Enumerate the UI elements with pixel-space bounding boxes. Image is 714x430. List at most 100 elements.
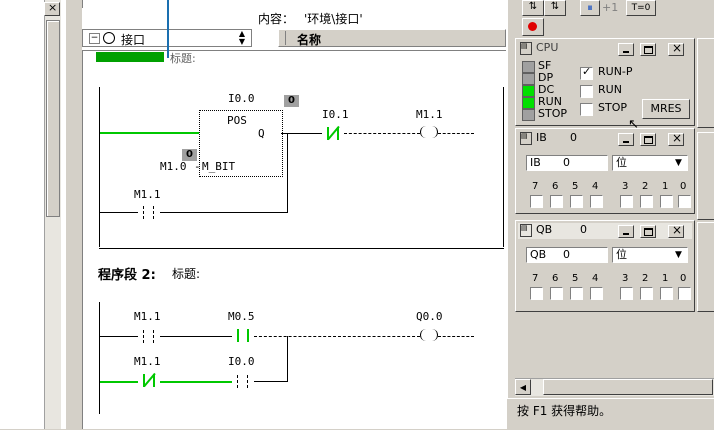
- insert-output-icon[interactable]: ⇅: [544, 0, 566, 16]
- network1-title: 标题:: [170, 52, 196, 65]
- qb-bit0-checkbox[interactable]: [678, 287, 691, 300]
- ib-address-input[interactable]: IB 0: [526, 155, 608, 171]
- seal-wire-left: [100, 212, 138, 213]
- tree-close-button[interactable]: ×: [44, 1, 60, 16]
- rung2-c2-address[interactable]: M0.5: [228, 310, 255, 323]
- mode-run-label: RUN: [598, 83, 622, 96]
- rung2-contact-m05[interactable]: [232, 329, 254, 343]
- rung2-wire-2: [160, 336, 232, 337]
- ib-bit4-label: 4: [592, 181, 599, 192]
- rung1-energized-line: [100, 132, 199, 134]
- maximize-icon[interactable]: [640, 133, 656, 146]
- seal-contact-m11[interactable]: [138, 206, 160, 220]
- led-run: [522, 97, 535, 109]
- rung2-coil-address[interactable]: Q0.0: [416, 310, 443, 323]
- ib-format-select[interactable]: 位 ▼: [612, 155, 688, 171]
- pos-address[interactable]: I0.0: [228, 92, 255, 105]
- minimize-icon[interactable]: [618, 43, 634, 56]
- mode-stop-label: STOP: [598, 101, 627, 114]
- coil-m11-address[interactable]: M1.1: [416, 108, 443, 121]
- qb-address-input[interactable]: QB 0: [526, 247, 608, 263]
- cpu-titlebar[interactable]: ▤ CPU ×: [518, 41, 692, 57]
- close-icon[interactable]: ×: [668, 131, 684, 146]
- ib-bit1-checkbox[interactable]: [660, 195, 673, 208]
- rung1-wire-b: [344, 133, 420, 134]
- ib-bit4-checkbox[interactable]: [590, 195, 603, 208]
- rung2-wire-3: [254, 336, 420, 337]
- cpu-title: CPU: [536, 41, 559, 54]
- mode-stop-checkbox[interactable]: [580, 103, 593, 116]
- spin-arrows-icon[interactable]: ▲ ▼: [235, 30, 249, 46]
- name-column-header[interactable]: 名称: [278, 29, 506, 47]
- rung2-nc-contact-m11[interactable]: [138, 372, 160, 388]
- qb-titlebar[interactable]: ▤ QB 0 ×: [518, 223, 692, 239]
- splitter[interactable]: [66, 0, 83, 429]
- rung2-c1-address[interactable]: M1.1: [134, 310, 161, 323]
- maximize-icon[interactable]: [640, 225, 656, 238]
- partial-panel-3[interactable]: [697, 222, 714, 312]
- coil-m11[interactable]: [420, 126, 438, 140]
- ib-bit7-checkbox[interactable]: [530, 195, 543, 208]
- sim-horizontal-scrollbar[interactable]: ◀: [515, 378, 714, 396]
- ib-bit3-checkbox[interactable]: [620, 195, 633, 208]
- tree-scroll-thumb[interactable]: [46, 20, 60, 217]
- nc-contact-address[interactable]: I0.1: [322, 108, 349, 121]
- pause-icon[interactable]: ⏸: [580, 0, 600, 16]
- qb-bit4-label: 4: [592, 273, 599, 284]
- qb-bit5-checkbox[interactable]: [570, 287, 583, 300]
- close-icon[interactable]: ×: [668, 223, 684, 238]
- qb-format-select[interactable]: 位 ▼: [612, 247, 688, 263]
- minimize-icon[interactable]: [618, 225, 634, 238]
- collapse-icon[interactable]: −: [89, 33, 100, 44]
- nc-contact-i01[interactable]: [322, 125, 344, 141]
- mres-button[interactable]: MRES: [642, 99, 690, 119]
- ib-bit1-label: 1: [662, 181, 669, 192]
- partial-panel-1[interactable]: [697, 38, 714, 128]
- ib-bit6-checkbox[interactable]: [550, 195, 563, 208]
- qb-bit3-checkbox[interactable]: [620, 287, 633, 300]
- ib-title-value: 0: [570, 131, 577, 144]
- rung2-coil-q00[interactable]: [420, 329, 438, 343]
- qb-panel[interactable]: ▤ QB 0 × QB 0 位 ▼ 7 6 5 4 3 2 1 0: [515, 220, 695, 312]
- cpu-panel[interactable]: ▤ CPU × SF DP DC RUN STOP ✓ RUN-P RUN ST…: [515, 38, 695, 132]
- rung2-contact-m11[interactable]: [138, 330, 160, 344]
- chevron-down-icon[interactable]: ▼: [675, 248, 682, 262]
- led-dc: [522, 85, 535, 97]
- timer-reset-button[interactable]: T=0: [626, 0, 656, 16]
- ib-title: IB: [536, 131, 547, 144]
- maximize-icon[interactable]: [640, 43, 656, 56]
- rung2-c3-address[interactable]: M1.1: [134, 355, 161, 368]
- minimize-icon[interactable]: [618, 133, 634, 146]
- rung2-contact-i00[interactable]: [232, 375, 254, 389]
- led-stop-label: STOP: [538, 107, 567, 120]
- qb-bit7-checkbox[interactable]: [530, 287, 543, 300]
- ib-bit2-checkbox[interactable]: [640, 195, 653, 208]
- qb-bit1-checkbox[interactable]: [660, 287, 673, 300]
- breakpoint-icon[interactable]: [522, 18, 544, 36]
- chevron-down-icon[interactable]: ▼: [675, 156, 682, 170]
- mode-run-p-checkbox[interactable]: ✓: [580, 65, 593, 80]
- mode-run-checkbox[interactable]: [580, 85, 593, 98]
- seal-branch-vertical: [287, 133, 288, 213]
- partial-panel-2[interactable]: [697, 132, 714, 220]
- rung2-c4-address[interactable]: I0.0: [228, 355, 255, 368]
- qb-bit3-label: 3: [622, 273, 629, 284]
- qb-bit6-checkbox[interactable]: [550, 287, 563, 300]
- qb-bit2-checkbox[interactable]: [640, 287, 653, 300]
- sim-scroll-thumb[interactable]: [543, 379, 713, 395]
- scroll-left-icon[interactable]: ◀: [515, 379, 531, 395]
- ib-bit0-checkbox[interactable]: [678, 195, 691, 208]
- insert-input-icon[interactable]: ⇅: [522, 0, 544, 16]
- qb-bit4-checkbox[interactable]: [590, 287, 603, 300]
- ib-titlebar[interactable]: ▤ IB 0 ×: [518, 131, 692, 147]
- ib-bit0-label: 0: [680, 181, 687, 192]
- close-icon[interactable]: ×: [668, 41, 684, 56]
- ib-bit6-label: 6: [552, 181, 559, 192]
- ib-bit5-checkbox[interactable]: [570, 195, 583, 208]
- rung1-power-rail: [99, 87, 100, 247]
- pos-mbit-address[interactable]: M1.0: [160, 160, 187, 173]
- seal-contact-address[interactable]: M1.1: [134, 188, 161, 201]
- step-button[interactable]: +1: [602, 1, 618, 14]
- ib-panel[interactable]: ▤ IB 0 × IB 0 位 ▼ 7 6 5 4 3 2 1 0: [515, 128, 695, 214]
- sim-toolbar: ⇅ ⇅ ⏸ +1 T=0: [510, 0, 710, 36]
